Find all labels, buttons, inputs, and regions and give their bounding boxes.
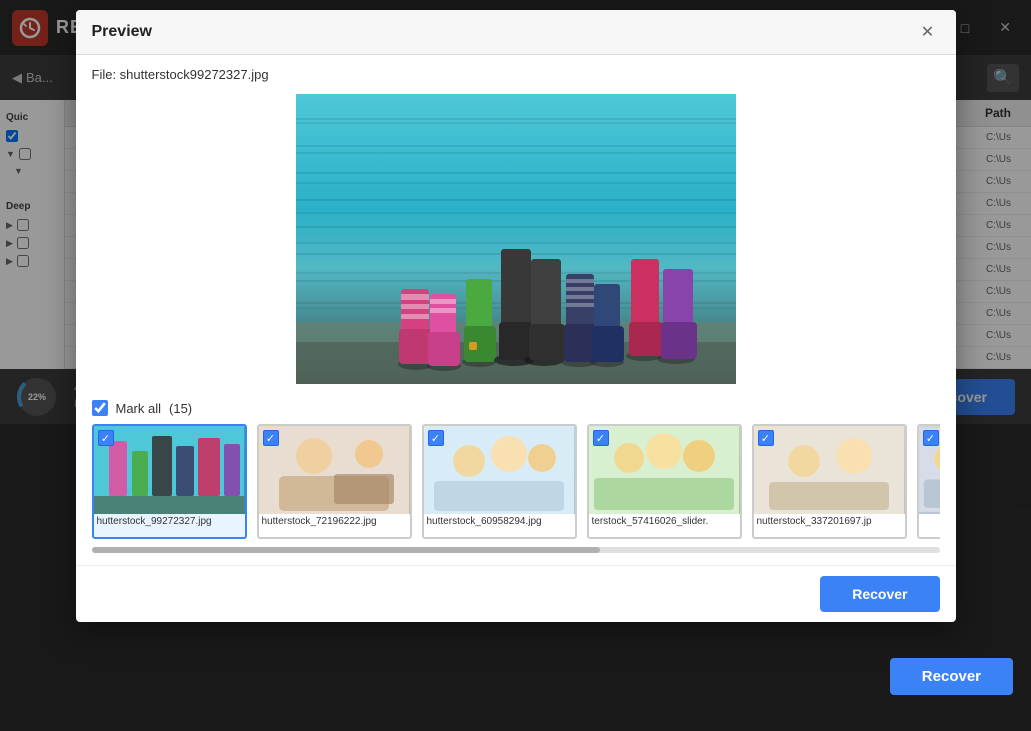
thumb-checkbox-2[interactable]: ✓	[263, 430, 279, 446]
thumb-checkbox-4[interactable]: ✓	[593, 430, 609, 446]
dialog-body: File: shutterstock99272327.jpg	[76, 55, 956, 565]
dialog-header: Preview ✕	[76, 10, 956, 55]
thumb-label-4: terstock_57416026_slider.	[589, 514, 740, 529]
thumbnail-5[interactable]: ✓ nutterstock_337201697.jp	[752, 424, 907, 539]
dialog-filename: File: shutterstock99272327.jpg	[92, 67, 940, 82]
mark-all-label: Mark all	[116, 401, 162, 416]
thumb-image-3	[424, 426, 575, 514]
preview-image	[296, 94, 736, 384]
recover-dialog-button[interactable]: Recover	[820, 576, 939, 612]
thumbnail-strip: ✓ hutterstock_99272327	[92, 424, 940, 539]
thumb-checkbox-3[interactable]: ✓	[428, 430, 444, 446]
thumbnail-2[interactable]: ✓ hutterstock_72196222.jpg	[257, 424, 412, 539]
thumb-image-5	[754, 426, 905, 514]
thumbnail-6[interactable]: ✓	[917, 424, 940, 539]
recover-floating-button[interactable]: Recover	[890, 658, 1013, 695]
dialog-close-button[interactable]: ✕	[916, 20, 940, 44]
thumb-label-3: hutterstock_60958294.jpg	[424, 514, 575, 529]
thumb-checkbox-1[interactable]: ✓	[98, 430, 114, 446]
thumbnail-1[interactable]: ✓ hutterstock_99272327	[92, 424, 247, 539]
thumbnail-scrollbar[interactable]	[92, 547, 601, 553]
thumb-image-2	[259, 426, 410, 514]
dialog-overlay: Preview ✕ File: shutterstock99272327.jpg	[0, 0, 1031, 731]
preview-dialog: Preview ✕ File: shutterstock99272327.jpg	[76, 10, 956, 622]
thumbnail-3[interactable]: ✓ hutterstock_60958294.jpg	[422, 424, 577, 539]
thumb-checkbox-5[interactable]: ✓	[758, 430, 774, 446]
mark-all-row: Mark all (15)	[92, 400, 940, 416]
thumb-image-4	[589, 426, 740, 514]
dialog-title: Preview	[92, 23, 152, 41]
thumbnail-4[interactable]: ✓ terstock_57416026_slider.	[587, 424, 742, 539]
thumb-label-1: hutterstock_99272327.jpg	[94, 514, 245, 529]
thumb-image-1	[94, 426, 245, 514]
mark-all-checkbox[interactable]	[92, 400, 108, 416]
thumb-label-2: hutterstock_72196222.jpg	[259, 514, 410, 529]
dialog-footer: Recover	[76, 565, 956, 622]
mark-all-count: (15)	[169, 401, 192, 416]
thumb-checkbox-6[interactable]: ✓	[923, 430, 939, 446]
thumb-label-5: nutterstock_337201697.jp	[754, 514, 905, 529]
